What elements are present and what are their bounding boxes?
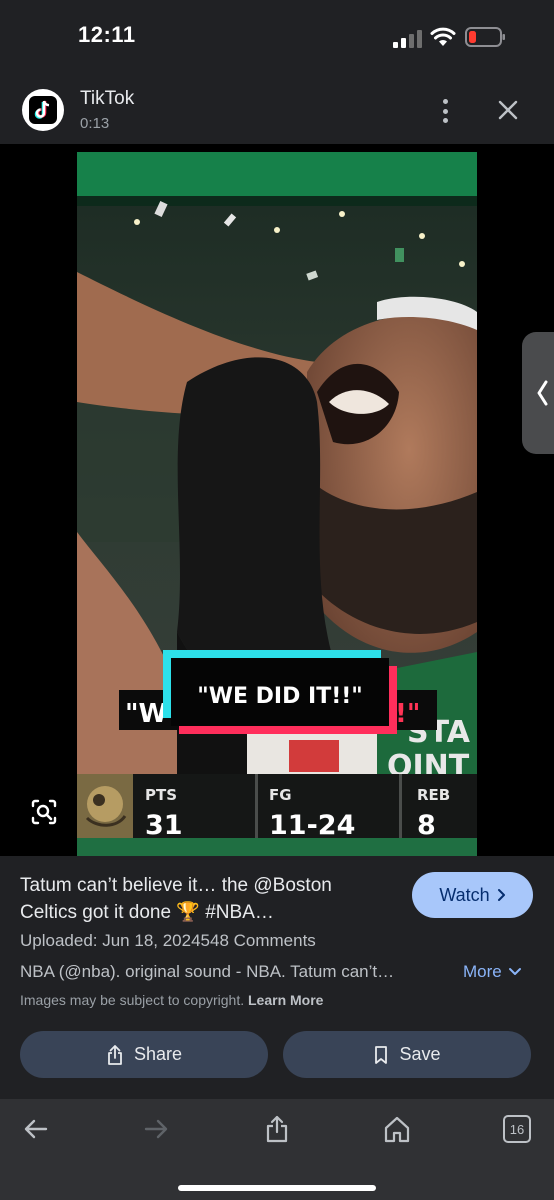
stat-value-fg: 11-24 — [269, 810, 355, 841]
chevron-right-icon — [497, 889, 505, 901]
save-button-label: Save — [399, 1044, 441, 1064]
related-panel-handle[interactable] — [522, 332, 554, 454]
more-button[interactable]: More — [463, 962, 522, 982]
result-info-panel: Tatum can’t believe it… the @Boston Celt… — [0, 856, 554, 1099]
stat-value-reb: 8 — [417, 810, 436, 841]
bookmark-icon — [375, 1045, 388, 1064]
status-bar: 12:11 — [0, 0, 554, 72]
chevron-down-icon — [508, 968, 521, 975]
caption-behind-left: "W — [125, 699, 167, 729]
lens-search-icon[interactable] — [26, 794, 62, 830]
image-viewer-page: 12:11 TikTok 0:13 STA OINT "W !" "WE DID… — [0, 0, 554, 1200]
share-button-label: Share — [133, 1044, 183, 1064]
copyright-text: Images may be subject to copyright. — [20, 992, 245, 1008]
save-button[interactable]: Save — [283, 1031, 531, 1078]
share-page-icon[interactable] — [262, 1115, 292, 1143]
tiktok-logo — [22, 89, 64, 131]
home-icon[interactable] — [382, 1115, 412, 1143]
close-icon[interactable] — [494, 96, 522, 124]
forward-arrow-icon[interactable] — [141, 1115, 171, 1143]
status-time: 12:11 — [78, 22, 136, 47]
share-button[interactable]: Share — [20, 1031, 268, 1078]
more-options-icon[interactable] — [433, 97, 457, 125]
video-duration: 0:13 — [80, 115, 110, 132]
result-description: NBA (@nba). original sound - NBA. Tatum … — [20, 962, 395, 981]
media-preview: STA OINT "W !" "WE DID IT!!" PTS 31 FG 1… — [0, 144, 554, 856]
tiktok-note-icon — [34, 100, 50, 119]
more-button-label: More — [463, 962, 502, 981]
cellular-signal-icon — [393, 30, 422, 48]
stat-label-fg: FG — [269, 786, 292, 804]
copyright-notice: Images may be subject to copyright. Lear… — [20, 992, 323, 1008]
stat-value-pts: 31 — [145, 810, 183, 841]
stat-label-reb: REB — [417, 786, 450, 804]
chevron-left-icon — [537, 380, 548, 406]
upload-meta: Uploaded: Jun 18, 2024548 Comments — [20, 931, 316, 950]
caption-behind-right: !" — [395, 699, 420, 729]
thumbnail-scene: STA OINT "W !" "WE DID IT!!" PTS 31 FG 1… — [77, 152, 477, 856]
tabs-count-button[interactable]: 16 — [503, 1115, 531, 1143]
watch-button-label: Watch — [439, 884, 490, 905]
source-header: TikTok 0:13 — [0, 72, 554, 144]
video-thumbnail[interactable]: STA OINT "W !" "WE DID IT!!" PTS 31 FG 1… — [77, 152, 477, 856]
tabs-count: 16 — [509, 1121, 525, 1137]
stat-label-pts: PTS — [145, 786, 177, 804]
source-name[interactable]: TikTok — [80, 88, 134, 110]
share-icon — [108, 1044, 122, 1065]
caption-text: "WE DID IT!!" — [197, 684, 363, 709]
wifi-icon — [430, 27, 456, 46]
watch-button[interactable]: Watch — [412, 872, 533, 918]
home-indicator[interactable] — [178, 1185, 376, 1191]
battery-icon — [465, 27, 505, 47]
learn-more-link[interactable]: Learn More — [248, 992, 323, 1008]
back-arrow-icon[interactable] — [21, 1115, 51, 1143]
result-title[interactable]: Tatum can’t believe it… the @Boston Celt… — [20, 872, 390, 926]
